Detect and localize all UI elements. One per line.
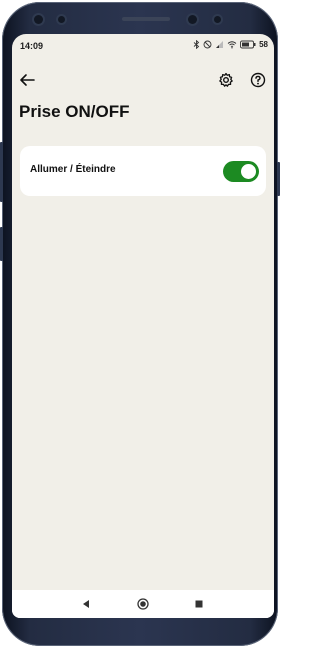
power-toggle-switch[interactable] (223, 161, 259, 182)
status-bar: 14:09 58 (12, 34, 274, 58)
battery-percent: 58 (259, 40, 268, 49)
signal-icon (216, 41, 224, 48)
help-icon[interactable] (246, 68, 270, 92)
power-toggle-card: Allumer / Éteindre (20, 146, 266, 196)
navigation-bar (12, 590, 274, 618)
page-title: Prise ON/OFF (19, 102, 130, 121)
home-circle-icon[interactable] (135, 596, 151, 612)
app-bar (12, 68, 274, 96)
battery-icon (240, 40, 256, 49)
sensor-icon (58, 16, 65, 23)
power-button (277, 162, 280, 196)
toggle-knob (241, 164, 256, 179)
earpiece-speaker (122, 17, 170, 21)
front-camera-icon (34, 15, 43, 24)
sensor-icon (188, 15, 197, 24)
dnd-icon (203, 40, 212, 49)
status-icons: 58 (193, 40, 268, 49)
app-screen: 14:09 58 Prise ON/OFF Allumer / Éteindre (12, 34, 274, 618)
sensor-icon (214, 16, 221, 23)
back-arrow-icon[interactable] (15, 68, 39, 92)
bixby-button (0, 227, 3, 261)
status-time: 14:09 (20, 41, 44, 51)
gear-icon[interactable] (214, 68, 238, 92)
bluetooth-icon (193, 40, 200, 49)
back-triangle-icon[interactable] (78, 596, 94, 612)
phone-frame: 14:09 58 Prise ON/OFF Allumer / Éteindre (0, 2, 280, 646)
toggle-label: Allumer / Éteindre (30, 164, 116, 175)
recents-square-icon[interactable] (191, 596, 207, 612)
volume-button (0, 142, 3, 202)
wifi-icon (227, 41, 237, 49)
